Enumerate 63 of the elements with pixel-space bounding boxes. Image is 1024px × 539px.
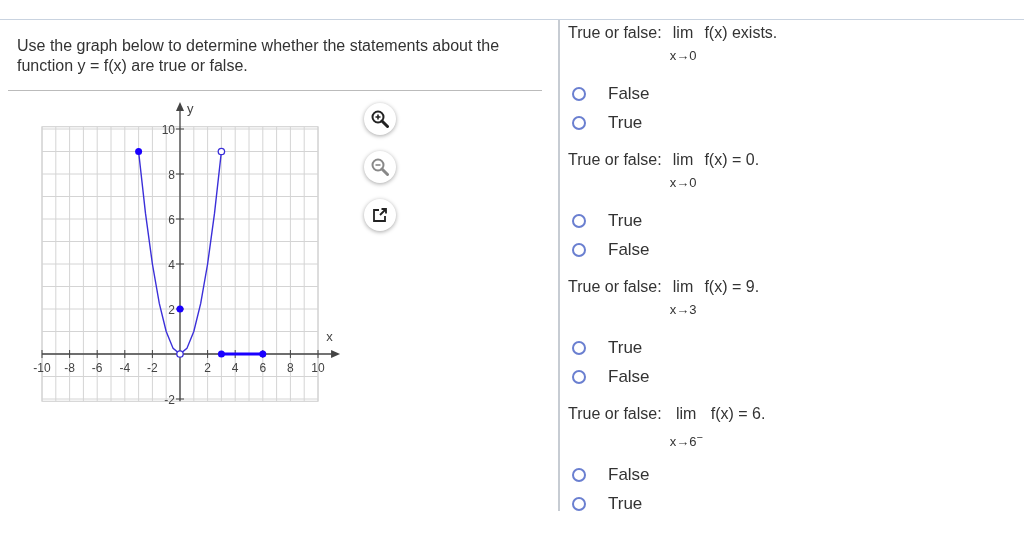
answer-option[interactable]: True <box>568 489 643 511</box>
limit-operator: lim <box>672 278 694 296</box>
limit-subscript: x→6$^{−}$ <box>669 430 703 452</box>
limit-subscript: x→0 <box>669 47 697 65</box>
open-point <box>217 147 226 156</box>
closed-point <box>176 305 184 313</box>
zoom-in-icon <box>371 110 389 128</box>
answer-option[interactable]: False <box>568 235 650 264</box>
x-axis-label: x <box>326 328 333 344</box>
answer-option[interactable]: True <box>568 206 643 235</box>
y-tick-label: -2 <box>164 393 175 407</box>
limit-subscript: x→0 <box>669 174 697 192</box>
y-tick-label: 10 <box>161 123 175 137</box>
radio-button[interactable] <box>572 496 586 511</box>
limit-operator: lim <box>672 151 694 169</box>
y-axis-label: y <box>186 101 194 117</box>
limit-expression: f(x) = 6. <box>710 405 766 423</box>
question-text: True or false: <box>568 24 662 42</box>
limit-subscript: x→3 <box>669 301 697 319</box>
radio-button[interactable] <box>572 467 586 482</box>
limit-operator: lim <box>676 405 697 423</box>
question-text: True or false: <box>568 278 662 296</box>
x-tick-label: -2 <box>147 361 158 375</box>
x-tick-label: 4 <box>231 361 239 375</box>
radio-button[interactable] <box>572 213 586 228</box>
y-tick-label: 6 <box>168 213 175 227</box>
closed-point <box>217 350 225 358</box>
closed-point <box>259 350 267 358</box>
x-tick-label: 2 <box>204 361 211 375</box>
limit-expression: f(x) = 9. <box>704 278 760 296</box>
radio-button[interactable] <box>572 115 586 130</box>
x-tick-label: 8 <box>287 361 294 375</box>
x-tick-label: -6 <box>91 361 103 375</box>
instructions-text: Use the graph below to determine whether the statements about the function y = f(x) are true or false. <box>8 20 542 91</box>
radio-button[interactable] <box>572 340 586 355</box>
pop-out-button[interactable] <box>364 199 396 231</box>
answer-option[interactable]: False <box>568 460 650 489</box>
x-tick-label: -4 <box>119 361 131 375</box>
limit-expression: f(x) = 0. <box>704 151 760 169</box>
zoom-out-icon <box>371 158 389 176</box>
open-point <box>176 350 184 358</box>
zoom-in-button[interactable] <box>364 103 396 135</box>
closed-point <box>135 148 143 155</box>
question-text: True or false: <box>568 405 662 423</box>
limit-operator: lim <box>672 24 694 42</box>
external-link-icon <box>372 207 388 223</box>
question-text: True or false: <box>568 151 662 169</box>
x-tick-label: 6 <box>259 361 267 375</box>
radio-button[interactable] <box>572 86 586 101</box>
answer-option[interactable]: False <box>568 79 650 108</box>
y-tick-label: 2 <box>168 303 175 317</box>
limit-expression: f(x) exists. <box>704 24 778 42</box>
radio-button[interactable] <box>572 369 586 384</box>
x-tick-label: -8 <box>64 361 75 375</box>
x-tick-label: -10 <box>33 361 51 375</box>
answer-option[interactable]: True <box>568 108 643 137</box>
zoom-out-button[interactable] <box>364 151 396 183</box>
answer-option[interactable]: False <box>568 362 650 391</box>
answer-option[interactable]: True <box>568 333 643 362</box>
radio-button[interactable] <box>572 242 586 257</box>
y-tick-label: 4 <box>168 258 175 272</box>
y-tick-label: 8 <box>168 168 175 182</box>
x-tick-label: 10 <box>311 361 325 375</box>
